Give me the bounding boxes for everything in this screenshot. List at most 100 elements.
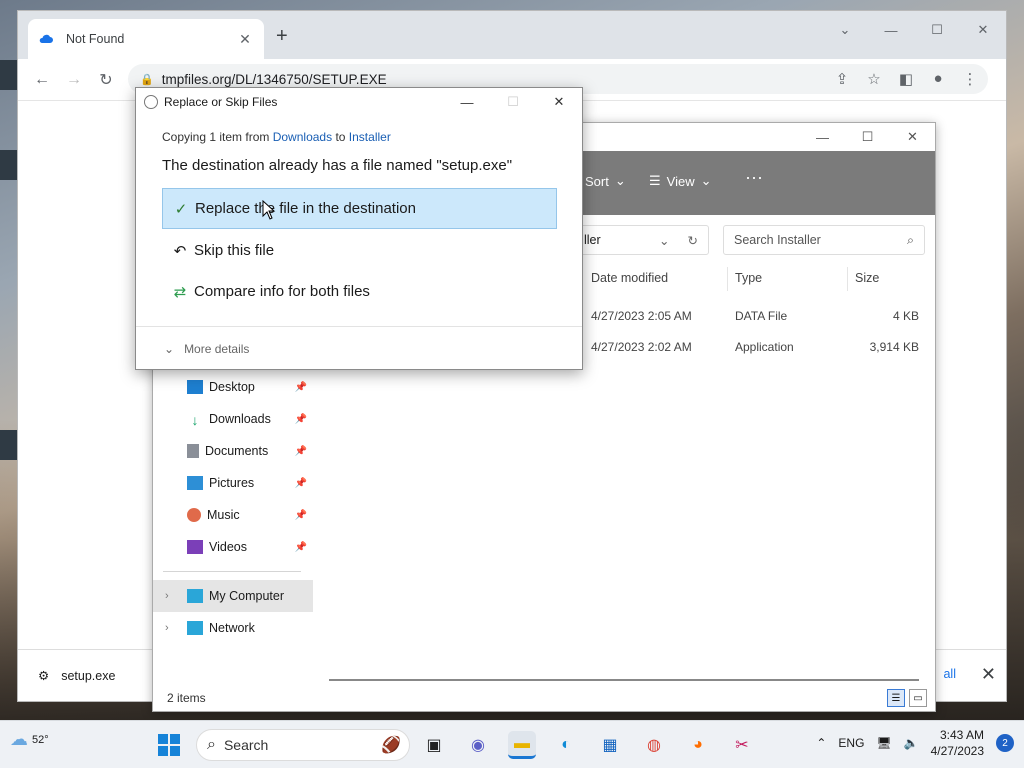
pictures-icon — [187, 476, 203, 490]
source-folder-link[interactable]: Downloads — [273, 130, 332, 144]
details-view-icon[interactable]: ☰ — [887, 689, 905, 707]
close-button[interactable]: ✕ — [890, 123, 935, 151]
mouse-cursor-icon — [262, 200, 276, 220]
row-size[interactable]: 3,914 KB — [870, 340, 919, 354]
start-button[interactable] — [158, 734, 180, 756]
download-item[interactable]: ⚙ setup.exe — [38, 668, 116, 684]
pin-icon[interactable]: 📌 — [295, 478, 307, 489]
edge-icon[interactable]: ◐ — [552, 731, 580, 759]
sort-button[interactable]: Sort ⌄ — [585, 173, 626, 189]
row-size[interactable]: 4 KB — [893, 309, 919, 323]
nav-item-pictures[interactable]: Pictures 📌 — [153, 467, 313, 499]
refresh-icon[interactable]: ↻ — [688, 233, 698, 248]
close-button[interactable]: ✕ — [536, 88, 582, 116]
replace-file-option[interactable]: ✓ Replace the file in the destination — [162, 188, 557, 229]
menu-kebab-icon[interactable]: ⋮ — [958, 70, 982, 88]
show-all-link[interactable]: all — [943, 667, 956, 681]
task-view-icon[interactable]: ▣ — [420, 731, 448, 759]
reload-button[interactable]: ↻ — [90, 64, 122, 96]
computer-icon — [187, 589, 203, 603]
pin-icon[interactable]: 📌 — [295, 382, 307, 393]
minimize-button[interactable]: — — [444, 88, 490, 116]
side-panel-icon[interactable]: ◧ — [894, 70, 918, 88]
tab-search-icon[interactable]: ⌄ — [822, 17, 868, 43]
chrome-icon[interactable]: ◍ — [640, 731, 668, 759]
new-tab-button[interactable]: + — [276, 25, 288, 48]
nav-item-desktop[interactable]: Desktop 📌 — [153, 371, 313, 403]
music-icon — [187, 508, 201, 522]
language-indicator[interactable]: ENG — [838, 736, 864, 750]
videos-icon — [187, 540, 203, 554]
nav-item-documents[interactable]: Documents 📌 — [153, 435, 313, 467]
clock[interactable]: 3:43 AM 4/27/2023 — [931, 727, 984, 759]
search-icon: ⌕ — [207, 736, 216, 753]
weather-widget[interactable]: ☁ 52° — [10, 729, 49, 750]
chevron-right-icon[interactable]: › — [165, 590, 169, 602]
explorer-address-bar[interactable]: ller ⌄ ↻ — [573, 225, 709, 255]
snipping-tool-icon[interactable]: ✂ — [728, 731, 756, 759]
installer-file-icon: ⚙ — [38, 669, 50, 683]
cloud-icon — [38, 31, 54, 47]
nav-item-music[interactable]: Music 📌 — [153, 499, 313, 531]
row-date[interactable]: 4/27/2023 2:05 AM — [591, 309, 692, 323]
target-folder-link[interactable]: Installer — [349, 130, 391, 144]
compare-files-option[interactable]: ⇄ Compare info for both files — [162, 271, 557, 312]
pin-icon[interactable]: 📌 — [295, 446, 307, 457]
explorer-search-input[interactable]: Search Installer ⌕ — [723, 225, 925, 255]
desktop-icon-fragment[interactable] — [0, 430, 18, 460]
notification-badge[interactable]: 2 — [996, 734, 1014, 752]
share-icon[interactable]: ⇪ — [830, 70, 854, 88]
chevron-up-icon[interactable]: ⌃ — [816, 736, 826, 750]
bookmark-star-icon[interactable]: ☆ — [862, 70, 886, 88]
nav-item-network[interactable]: › Network — [153, 612, 313, 644]
forward-button[interactable]: → — [58, 64, 90, 96]
pin-icon[interactable]: 📌 — [295, 510, 307, 521]
row-type[interactable]: DATA File — [735, 309, 787, 323]
maximize-button[interactable]: ☐ — [914, 17, 960, 43]
more-details-toggle[interactable]: ⌄ More details — [164, 342, 249, 356]
tab-title: Not Found — [66, 32, 125, 46]
row-date[interactable]: 4/27/2023 2:02 AM — [591, 340, 692, 354]
maximize-button[interactable]: ☐ — [845, 123, 890, 151]
volume-icon[interactable]: 🔈 — [904, 736, 919, 750]
taskbar-search[interactable]: ⌕ Search 🏈 — [196, 729, 410, 761]
network-icon — [187, 621, 203, 635]
temperature: 52° — [32, 733, 49, 746]
desktop-icon-fragment[interactable] — [0, 60, 18, 90]
row-type[interactable]: Application — [735, 340, 794, 354]
file-explorer-icon[interactable]: ▬ — [508, 731, 536, 759]
view-button[interactable]: ☰ View ⌄ — [649, 173, 712, 189]
pin-icon[interactable]: 📌 — [295, 414, 307, 425]
chevron-down-icon: ⌄ — [164, 342, 175, 356]
download-file-name: setup.exe — [61, 668, 116, 683]
skip-file-option[interactable]: ↶ Skip this file — [162, 230, 557, 271]
store-icon[interactable]: ▦ — [596, 731, 624, 759]
desktop-icon-fragment[interactable] — [0, 150, 18, 180]
tiles-view-icon[interactable]: ▭ — [909, 689, 927, 707]
minimize-button[interactable]: — — [868, 17, 914, 43]
back-button[interactable]: ← — [26, 64, 58, 96]
column-header-type[interactable]: Type — [735, 271, 762, 285]
profile-icon[interactable]: ● — [926, 70, 950, 88]
close-tab-icon[interactable]: ✕ — [236, 31, 254, 48]
more-options-icon[interactable]: ··· — [745, 167, 763, 188]
dialog-title: Replace or Skip Files — [164, 95, 278, 109]
chevron-right-icon[interactable]: › — [165, 622, 169, 634]
close-button[interactable]: ✕ — [960, 17, 1006, 43]
taskbar-apps: ▣ ◉ ▬ ◐ ▦ ◍ ◕ ✂ — [420, 731, 756, 759]
pin-icon[interactable]: 📌 — [295, 542, 307, 553]
network-icon[interactable]: 🖥 — [876, 736, 891, 750]
minimize-button[interactable]: — — [800, 123, 845, 151]
nav-item-downloads[interactable]: ↓ Downloads 📌 — [153, 403, 313, 435]
close-download-shelf-icon[interactable]: ✕ — [981, 664, 996, 685]
chat-icon[interactable]: ◉ — [464, 731, 492, 759]
nav-item-videos[interactable]: Videos 📌 — [153, 531, 313, 563]
column-header-size[interactable]: Size — [855, 271, 879, 285]
browser-tab[interactable]: Not Found ✕ — [28, 19, 264, 59]
nav-item-my-computer[interactable]: › My Computer — [153, 580, 313, 612]
horizontal-scrollbar[interactable] — [329, 679, 919, 681]
lock-icon[interactable]: 🔒 — [140, 73, 154, 86]
firefox-icon[interactable]: ◕ — [684, 731, 712, 759]
column-header-date[interactable]: Date modified — [591, 271, 668, 285]
compare-icon: ⇄ — [173, 283, 187, 301]
